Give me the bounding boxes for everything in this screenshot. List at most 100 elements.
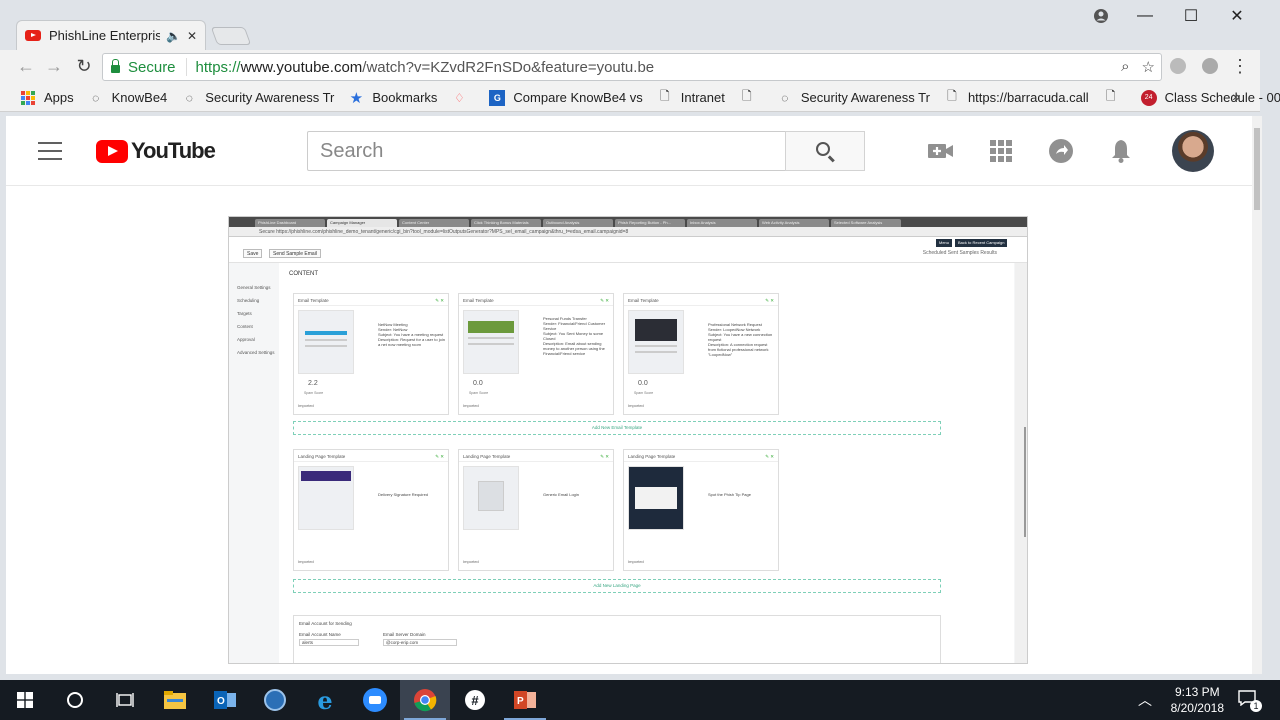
url-text: https://www.youtube.com/watch?v=KZvdR2Fn… <box>195 58 655 76</box>
bookmark-page-2[interactable]: 🗋 <box>1103 89 1127 106</box>
class-schedule-icon: 24 <box>1140 89 1157 106</box>
video-toolbar: Save Send Sample Email Menu Back to Rece… <box>229 237 1027 263</box>
task-view-icon[interactable] <box>100 680 150 720</box>
video-sidebar-item: Scheduling <box>237 298 260 303</box>
bookmarks-overflow-button[interactable]: » <box>1232 88 1240 104</box>
add-landing-page-bar: Add New Landing Page <box>293 579 941 593</box>
browser-tab[interactable]: PhishLine Enterprise D 🔈 ✕ <box>16 20 206 50</box>
extension-icon[interactable] <box>1202 58 1218 74</box>
create-video-icon[interactable] <box>928 138 954 164</box>
landing-thumbnail <box>628 466 684 530</box>
notification-count-badge: 1 <box>1250 700 1262 712</box>
chrome-icon[interactable] <box>400 680 450 720</box>
forward-arrow-icon[interactable]: → <box>42 56 66 77</box>
bookmark-apps[interactable]: Apps <box>20 90 74 106</box>
search-button[interactable] <box>785 131 865 171</box>
search-input[interactable]: Search <box>307 131 786 171</box>
bookmark-security-awareness[interactable]: ◌ Security Awareness Tr <box>181 90 335 106</box>
apps-grid-icon <box>20 90 36 106</box>
video-content-heading: CONTENT <box>289 271 318 277</box>
video-menu-button: Menu <box>936 239 953 247</box>
email-thumbnail <box>298 310 354 374</box>
video-sidebar-item: Targets <box>237 311 252 316</box>
bookmark-page[interactable]: 🗋 <box>739 89 763 106</box>
outlook-icon[interactable]: O <box>200 680 250 720</box>
avatar[interactable] <box>1172 130 1214 172</box>
email-thumbnail <box>463 310 519 374</box>
cortana-search-icon[interactable] <box>50 680 100 720</box>
tab-close-icon[interactable]: ✕ <box>187 29 197 43</box>
page-scrollbar[interactable] <box>1252 116 1262 674</box>
page-icon: 🗋 <box>659 89 670 103</box>
remote-support-icon[interactable] <box>250 680 300 720</box>
windows-start-icon[interactable] <box>0 680 50 720</box>
landing-page-card: Landing Page Template ✎ ✕ Delivery Signat… <box>293 449 449 571</box>
video-sidebar-item: General Settings <box>237 285 271 290</box>
page-icon: 🗋 <box>1105 89 1116 103</box>
zoom-app-icon[interactable] <box>350 680 400 720</box>
bookmark-star-icon[interactable]: ☆ <box>1142 58 1155 76</box>
reload-icon[interactable]: ↻ <box>72 56 96 77</box>
bookmarks-bar: Apps ◌ KnowBe4 ◌ Security Awareness Tr ★ Bo… <box>0 84 1280 112</box>
knowbe4-icon: ◌ <box>185 90 193 105</box>
search-icon <box>816 142 830 156</box>
video-sidebar-item: Content <box>237 324 253 329</box>
email-template-card: Email Template ✎ ✕ Personal Funds Transfe… <box>458 293 614 415</box>
video-sidebar-item: Advanced Settings <box>237 350 275 355</box>
video-tab: Content Center <box>399 219 469 227</box>
profile-icon[interactable] <box>1078 4 1124 28</box>
maximize-button[interactable]: ☐ <box>1168 4 1214 28</box>
video-player[interactable]: PhishLine Dashboard Campaign Manager Con… <box>228 216 1028 664</box>
share-messages-icon[interactable] <box>1048 138 1074 164</box>
bookmark-knowbe4[interactable]: ◌ KnowBe4 <box>88 90 167 106</box>
svg-text:O: O <box>217 696 225 707</box>
hamburger-menu-icon[interactable] <box>38 142 62 160</box>
youtube-logo[interactable]: YouTube <box>96 138 216 164</box>
apps-grid-icon[interactable] <box>988 138 1014 164</box>
bookmark-intranet[interactable]: 🗋 Intranet <box>657 89 725 106</box>
add-email-template-bar: Add New Email Template <box>293 421 941 435</box>
powerpoint-icon[interactable]: P <box>500 680 550 720</box>
speaker-icon[interactable]: 🔈 <box>166 29 181 43</box>
email-template-card: Email Template ✎ ✕ Professional Network R… <box>623 293 779 415</box>
minimize-button[interactable]: — <box>1122 4 1168 28</box>
file-explorer-icon[interactable] <box>150 680 200 720</box>
youtube-header: YouTube Search <box>6 116 1252 186</box>
video-tab: Inbox Analysis <box>687 219 757 227</box>
browser-window: PhishLine Enterprise D 🔈 ✕ — ☐ ✕ ← → ↻ S… <box>0 0 1280 680</box>
bookmark-airbnb[interactable]: ♢ <box>451 90 475 106</box>
tab-title: PhishLine Enterprise D <box>49 28 160 43</box>
knowbe4-icon: ◌ <box>92 90 100 105</box>
video-browser-tabs: PhishLine Dashboard Campaign Manager Con… <box>229 217 1027 227</box>
address-bar[interactable]: Secure https://www.youtube.com/watch?v=K… <box>102 53 1162 81</box>
close-window-button[interactable]: ✕ <box>1214 4 1260 28</box>
tray-chevron-icon[interactable]: ︿ <box>1138 690 1152 710</box>
notifications-bell-icon[interactable] <box>1108 138 1134 164</box>
video-sidebar-item: Approval <box>237 337 255 342</box>
bookmark-barracuda[interactable]: 🗋 https://barracuda.call <box>944 89 1089 106</box>
bookmark-bookmarks[interactable]: ★ Bookmarks <box>348 89 438 107</box>
landing-thumbnail <box>298 466 354 530</box>
bookmark-security-awareness-2[interactable]: ◌ Security Awareness Tr <box>777 90 930 106</box>
bookmark-compare-knowbe4[interactable]: G Compare KnowBe4 vs <box>489 89 643 106</box>
youtube-favicon-icon <box>25 30 41 41</box>
video-tab: Phish Reporting Button - Ph... <box>615 219 685 227</box>
email-thumbnail <box>628 310 684 374</box>
zoom-icon[interactable]: ⌕ <box>1121 58 1129 76</box>
secure-indicator[interactable]: Secure <box>103 58 187 76</box>
landing-page-card: Landing Page Template ✎ ✕ Spot the Phish … <box>623 449 779 571</box>
new-tab-button[interactable] <box>210 27 252 45</box>
video-scrollbar <box>1015 263 1027 663</box>
chrome-menu-icon[interactable]: ⋮ <box>1228 56 1252 77</box>
slack-icon[interactable]: # <box>450 680 500 720</box>
email-account-panel: Email Account for Sending Email Account … <box>293 615 941 663</box>
title-bar: PhishLine Enterprise D 🔈 ✕ — ☐ ✕ <box>0 0 1280 50</box>
video-send-sample-button: Send Sample Email <box>269 249 321 258</box>
back-arrow-icon[interactable]: ← <box>14 56 38 77</box>
taskbar-clock[interactable]: 9:13 PM 8/20/2018 <box>1171 684 1224 716</box>
internet-explorer-icon[interactable]: e <box>300 680 350 720</box>
video-tab: Web Activity Analysis <box>759 219 829 227</box>
extension-icon[interactable] <box>1170 58 1186 74</box>
bookmark-class-schedule[interactable]: 24Class Schedule - 005C <box>1140 89 1280 106</box>
star-icon: ★ <box>349 89 364 107</box>
